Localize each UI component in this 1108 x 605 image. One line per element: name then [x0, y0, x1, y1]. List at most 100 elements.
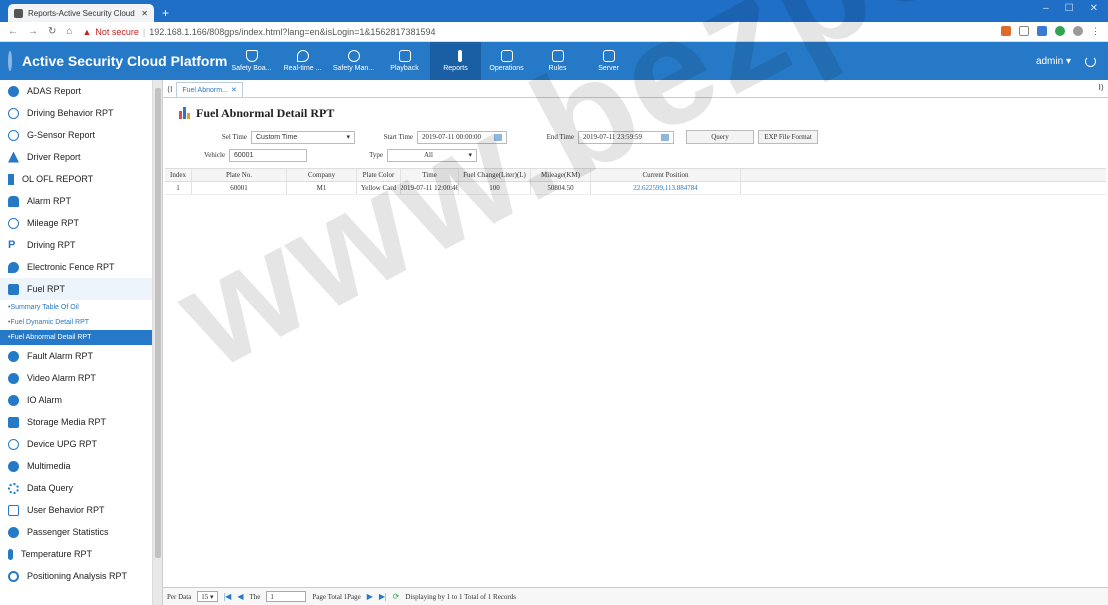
- sidebar-item-adas-report[interactable]: ADAS Report: [0, 80, 152, 102]
- nav-rules[interactable]: Rules: [532, 42, 583, 80]
- brand-title: Active Security Cloud Platform: [22, 53, 228, 69]
- nav-real-time[interactable]: Real-time ...: [277, 42, 328, 80]
- minimize-icon[interactable]: –: [1043, 3, 1049, 14]
- extension-icon[interactable]: [1055, 26, 1065, 36]
- sidebar-item-io-alarm[interactable]: IO Alarm: [0, 389, 152, 411]
- sidebar-item-video-alarm[interactable]: Video Alarm RPT: [0, 367, 152, 389]
- bar-chart-icon: [457, 50, 462, 62]
- extension-icon[interactable]: [1037, 26, 1047, 36]
- table-cell: 1: [165, 182, 192, 194]
- browser-tab[interactable]: Reports-Active Security Cloud ✕: [8, 4, 154, 22]
- sidebar-item-fuel[interactable]: Fuel RPT: [0, 278, 152, 300]
- column-header[interactable]: Index: [165, 169, 192, 181]
- type-label: Type: [369, 151, 383, 159]
- column-header[interactable]: Time: [401, 169, 459, 181]
- calendar-icon[interactable]: [494, 133, 502, 141]
- column-header[interactable]: Mileage(KM): [531, 169, 591, 181]
- sidebar-scrollbar[interactable]: [153, 80, 163, 605]
- sidebar-item-driving-behavior[interactable]: Driving Behavior RPT: [0, 102, 152, 124]
- profile-icon[interactable]: [1073, 26, 1083, 36]
- reload-icon[interactable]: ↻: [48, 26, 56, 37]
- table-row[interactable]: 1 60001 M1 Yellow Card 2019-07-11 12:00:…: [165, 182, 1106, 195]
- browser-tabbar: Reports-Active Security Cloud ✕ + – ☐ ✕: [0, 0, 1108, 22]
- column-header[interactable]: Plate No.: [192, 169, 287, 181]
- scrollbar-thumb[interactable]: [155, 88, 161, 558]
- nav-reports[interactable]: Reports: [430, 42, 481, 80]
- sidebar-item-ol-ofl[interactable]: OL OFL REPORT: [0, 168, 152, 190]
- first-page-icon[interactable]: |◀: [224, 592, 232, 601]
- column-header[interactable]: Company: [287, 169, 357, 181]
- nav-playback[interactable]: Playback: [379, 42, 430, 80]
- sidebar-item-mileage[interactable]: Mileage RPT: [0, 212, 152, 234]
- table-cell: 60001: [192, 182, 287, 194]
- column-header[interactable]: Plate Color: [357, 169, 401, 181]
- sidebar-sub-summary-oil[interactable]: • Summary Table Of Oil: [0, 300, 152, 315]
- prev-page-icon[interactable]: ◀: [237, 592, 243, 601]
- menu-icon[interactable]: ⋮: [1091, 26, 1100, 37]
- filter-row-2: Vehicle 60001 Type All ▾: [183, 146, 1108, 164]
- sidebar-item-temperature[interactable]: Temperature RPT: [0, 543, 152, 565]
- forward-icon[interactable]: →: [28, 26, 38, 37]
- sidebar-item-positioning-analysis[interactable]: Positioning Analysis RPT: [0, 565, 152, 587]
- sidebar-item-device-upg[interactable]: Device UPG RPT: [0, 433, 152, 455]
- export-format-button[interactable]: EXP File Format: [758, 130, 818, 144]
- start-time-field[interactable]: 2019-07-11 00:00:00: [417, 130, 507, 144]
- home-icon[interactable]: ⌂: [66, 26, 72, 37]
- column-header[interactable]: Fuel Change(Liter)(L): [459, 169, 531, 181]
- sidebar-item-user-behavior[interactable]: User Behavior RPT: [0, 499, 152, 521]
- star-icon[interactable]: [1019, 26, 1029, 36]
- last-page-icon[interactable]: ▶|: [379, 592, 387, 601]
- close-icon[interactable]: ✕: [141, 9, 148, 18]
- extension-icon[interactable]: [1001, 26, 1011, 36]
- url-field[interactable]: ▲ Not secure | 192.168.1.166/808gps/inde…: [82, 27, 991, 37]
- power-icon[interactable]: [1085, 55, 1096, 67]
- column-header[interactable]: Current Position: [591, 169, 741, 181]
- close-window-icon[interactable]: ✕: [1090, 3, 1098, 14]
- sidebar-sub-fuel-dynamic[interactable]: • Fuel Dynamic Detail RPT: [0, 315, 152, 330]
- vehicle-input[interactable]: 60001: [229, 148, 307, 162]
- sidebar-sub-fuel-abnormal[interactable]: • Fuel Abnormal Detail RPT: [0, 330, 152, 345]
- sidebar-item-passenger-statistics[interactable]: Passenger Statistics: [0, 521, 152, 543]
- tab-scroll-right-icon[interactable]: I⟩: [1099, 83, 1104, 92]
- tab-fuel-abnormal[interactable]: Fuel Abnorm... ✕: [176, 82, 243, 97]
- back-icon[interactable]: ←: [8, 26, 18, 37]
- new-tab-button[interactable]: +: [162, 6, 169, 20]
- end-time-field[interactable]: 2019-07-11 23:59:59: [578, 130, 674, 144]
- sidebar-item-data-query[interactable]: Data Query: [0, 477, 152, 499]
- sel-time-select[interactable]: Custom Time ▾: [251, 130, 355, 144]
- sidebar-item-multimedia[interactable]: Multimedia: [0, 455, 152, 477]
- tab-scroll-left-icon[interactable]: ⟨I: [167, 85, 172, 94]
- sidebar-item-driving[interactable]: P Driving RPT: [0, 234, 152, 256]
- type-select[interactable]: All ▾: [387, 148, 477, 162]
- table-cell: M1: [287, 182, 357, 194]
- thermometer-icon: [8, 548, 13, 560]
- table-cell: Yellow Card: [357, 182, 401, 194]
- nav-server[interactable]: Server: [583, 42, 634, 80]
- io-icon: [8, 394, 19, 406]
- per-page-select[interactable]: 15 ▾: [197, 591, 218, 602]
- updown-icon: [8, 173, 14, 185]
- next-page-icon[interactable]: ▶: [367, 592, 373, 601]
- storage-icon: [8, 416, 19, 428]
- sidebar-item-fault-alarm[interactable]: Fault Alarm RPT: [0, 345, 152, 367]
- sidebar-item-electronic-fence[interactable]: Electronic Fence RPT: [0, 256, 152, 278]
- nav-safety-management[interactable]: Safety Man...: [328, 42, 379, 80]
- position-link[interactable]: 22.622599,113.884784: [591, 182, 741, 194]
- page-number-input[interactable]: 1: [266, 591, 307, 602]
- location-icon: [296, 50, 309, 62]
- sidebar-item-storage-media[interactable]: Storage Media RPT: [0, 411, 152, 433]
- sidebar-item-driver-report[interactable]: Driver Report: [0, 146, 152, 168]
- sidebar-item-alarm[interactable]: Alarm RPT: [0, 190, 152, 212]
- calendar-icon[interactable]: [661, 133, 669, 141]
- close-icon[interactable]: ✕: [231, 86, 237, 94]
- query-button[interactable]: Query: [686, 130, 754, 144]
- app-header: Active Security Cloud Platform Safety Bo…: [0, 42, 1108, 80]
- maximize-icon[interactable]: ☐: [1065, 3, 1074, 14]
- user-menu[interactable]: admin ▾: [1036, 56, 1071, 67]
- nav-operations[interactable]: Operations: [481, 42, 532, 80]
- refresh-icon[interactable]: ⟳: [393, 592, 400, 601]
- report-chart-icon: [179, 107, 190, 119]
- sidebar-item-g-sensor[interactable]: G-Sensor Report: [0, 124, 152, 146]
- nav-safety-board[interactable]: Safety Boa...: [226, 42, 277, 80]
- browser-tab-title: Reports-Active Security Cloud: [28, 8, 135, 18]
